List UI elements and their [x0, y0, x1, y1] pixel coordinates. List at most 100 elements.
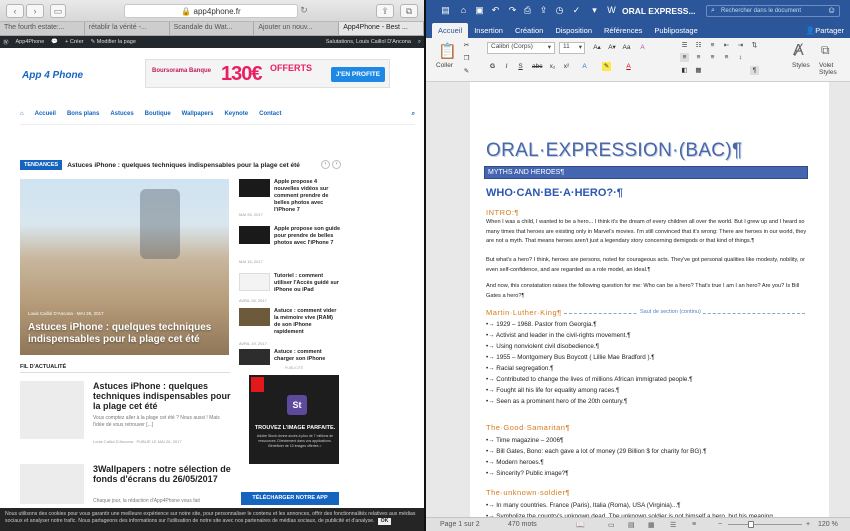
section-heading-soldier[interactable]: The·unknown·soldier¶ — [486, 488, 570, 497]
next-arrow-icon[interactable]: › — [332, 160, 341, 169]
feedback-icon[interactable]: ☺ — [827, 5, 836, 15]
reload-icon[interactable]: ↻ — [298, 4, 310, 18]
clock-icon[interactable]: ◷ — [554, 5, 565, 16]
highlight-icon[interactable]: ✎ — [602, 62, 611, 71]
intro-heading[interactable]: INTRO:¶ — [486, 208, 519, 217]
page-count[interactable]: Page 1 sur 2 — [440, 521, 480, 528]
tab-3[interactable]: Scandale du Wat... — [170, 22, 255, 35]
change-case-icon[interactable]: Aa — [622, 43, 631, 52]
article-title[interactable]: Astuces iPhone : quelques techniques ind… — [93, 381, 231, 411]
line-spacing-icon[interactable]: ↕ — [736, 53, 745, 62]
section-heading-samaritan[interactable]: The·Good·Samaritan¶ — [486, 423, 570, 432]
share-button[interactable]: 👤Partager — [800, 23, 850, 38]
outdent-icon[interactable]: ⇤ — [722, 41, 731, 50]
align-left-icon[interactable]: ≡ — [680, 53, 689, 62]
download-app-button[interactable]: TÉLÉCHARGER NOTRE APP — [241, 492, 339, 505]
font-family-select[interactable]: Calibri (Corps) ▾ — [487, 42, 555, 54]
nav-bons-plans[interactable]: Bons plans — [67, 111, 99, 117]
share-icon[interactable]: ⇪ — [538, 5, 549, 16]
tab-accueil[interactable]: Accueil — [432, 23, 469, 38]
clear-format-icon[interactable]: A — [638, 43, 647, 52]
save-icon[interactable]: ▣ — [474, 5, 485, 16]
multilevel-icon[interactable]: ≡ — [708, 41, 717, 50]
list-item[interactable]: •→ Racial segregation.¶ — [486, 365, 812, 372]
list-item[interactable]: •→ Fought all his life for equality amon… — [486, 387, 812, 394]
zoom-track[interactable] — [728, 524, 802, 525]
styles-pane-label[interactable]: Volet Styles — [819, 62, 845, 76]
wp-greeting[interactable]: Salutations, Louis Caillol D'Ancona — [326, 39, 411, 45]
view-web-icon[interactable]: ▦ — [648, 521, 655, 529]
adobe-ad[interactable]: St TROUVEZ L'IMAGE PARFAITE. Adobe Stock… — [249, 375, 339, 464]
hero-article[interactable]: Louis Caillol D'Ancona · MAI 26, 2017 As… — [20, 179, 229, 355]
numbering-icon[interactable]: ☷ — [694, 41, 703, 50]
article-title[interactable]: 3Wallpapers : notre sélection de fonds d… — [93, 464, 231, 484]
list-item[interactable]: •→ Seen as a prominent hero of the 20th … — [486, 398, 812, 405]
tab-1[interactable]: The fourth estate:... — [0, 22, 85, 35]
undo-icon[interactable]: ↶ — [490, 5, 501, 16]
nav-accueil[interactable]: Accueil — [35, 111, 56, 117]
side-item[interactable]: Tutoriel : comment utiliser l'Accès guid… — [239, 273, 339, 307]
list-item[interactable]: •→ Time magazine – 2006¶ — [486, 437, 812, 444]
strike-icon[interactable]: abc — [532, 62, 542, 71]
ad-cta-button[interactable]: J'EN PROFITE — [331, 67, 385, 82]
styles-icon[interactable]: Ⱥ — [793, 42, 804, 60]
view-focus-icon[interactable]: ▭ — [608, 521, 615, 529]
side-title[interactable]: Apple propose son guide pour prendre de … — [274, 226, 340, 247]
list-item[interactable]: •→ In many countries. France (Paris), It… — [486, 502, 812, 509]
align-right-icon[interactable]: ≡ — [708, 53, 717, 62]
sidebar-icon[interactable]: ▤ — [440, 5, 451, 16]
banner-ad[interactable]: Boursorama Banque 130€ OFFERTS J'EN PROF… — [145, 59, 390, 88]
paste-label[interactable]: Coller — [436, 62, 453, 69]
print-icon[interactable]: ⎙ — [522, 5, 533, 16]
cookie-ok-button[interactable]: OK — [377, 518, 392, 525]
address-bar[interactable]: 🔒 app4phone.fr — [124, 4, 298, 18]
zoom-in-icon[interactable]: + — [806, 521, 810, 528]
styles-pane-icon[interactable]: ⧉ — [821, 43, 830, 58]
align-center-icon[interactable]: ≡ — [694, 53, 703, 62]
view-outline-icon[interactable]: ☰ — [670, 521, 676, 529]
prev-arrow-icon[interactable]: ‹ — [321, 160, 330, 169]
pilcrow-icon[interactable]: ¶ — [750, 66, 759, 75]
side-title[interactable]: Astuce : comment vider la mémoire vive (… — [274, 308, 340, 336]
view-draft-icon[interactable]: ≡ — [692, 521, 696, 528]
list-item[interactable]: •→ Activist and leader in the civil-righ… — [486, 332, 812, 339]
list-item[interactable]: •→ Modern heroes.¶ — [486, 459, 812, 466]
tab-5[interactable]: App4Phone - Best ... — [339, 22, 424, 35]
tab-4[interactable]: Ajouter un nouv... — [254, 22, 340, 35]
font-color-icon[interactable]: A — [624, 62, 633, 71]
share-icon[interactable]: ⇪ — [376, 4, 394, 18]
nav-boutique[interactable]: Boutique — [145, 111, 171, 117]
grow-font-icon[interactable]: A▴ — [591, 43, 603, 52]
tab-disposition[interactable]: Disposition — [549, 23, 598, 38]
bullets-icon[interactable]: ☰ — [680, 41, 689, 50]
proofing-icon[interactable]: 📖 — [576, 521, 585, 529]
doc-subtitle[interactable]: MYTHS AND HEROES¶ — [484, 166, 808, 179]
intro-paragraph-3[interactable]: And now, this constatation raises the fo… — [486, 282, 812, 301]
home-icon[interactable]: ⌂ — [458, 5, 469, 16]
side-item[interactable]: Apple propose son guide pour prendre de … — [239, 226, 340, 272]
shrink-font-icon[interactable]: A▾ — [606, 43, 618, 52]
list-item[interactable]: •→ 1929 – 1968. Pastor from Georgia.¶ — [486, 321, 812, 328]
tab-insertion[interactable]: Insertion — [468, 23, 509, 38]
search-icon[interactable]: ⌕ — [418, 39, 421, 46]
borders-icon[interactable]: ▦ — [694, 66, 703, 75]
document-page[interactable]: ORAL·EXPRESSION·(BAC)¶ MYTHS AND HEROES¶… — [470, 82, 829, 531]
trending-title[interactable]: Astuces iPhone : quelques techniques ind… — [67, 162, 300, 169]
side-title[interactable]: Astuce : comment charger son iPhone — [274, 349, 339, 363]
view-print-icon[interactable]: ▤ — [628, 521, 635, 529]
comment-icon[interactable]: 💬 — [51, 39, 58, 45]
copy-icon[interactable]: ❐ — [462, 54, 471, 63]
indent-icon[interactable]: ⇥ — [736, 41, 745, 50]
side-title[interactable]: Tutoriel : comment utiliser l'Accès guid… — [274, 273, 340, 294]
subscript-icon[interactable]: x₂ — [548, 62, 557, 71]
intro-paragraph-1[interactable]: When I was a child, I wanted to be a her… — [486, 218, 812, 247]
superscript-icon[interactable]: x² — [562, 62, 571, 71]
sidebar-button[interactable]: ▭ — [50, 4, 66, 18]
side-title[interactable]: Apple propose 4 nouvelles vidéos sur com… — [274, 179, 340, 214]
side-item[interactable]: Astuce : comment vider la mémoire vive (… — [239, 308, 339, 348]
tab-2[interactable]: rétablir la vérité -... — [85, 22, 170, 35]
wp-edit-link[interactable]: ✎ Modifier la page — [91, 39, 136, 45]
sort-icon[interactable]: ⇅ — [750, 41, 759, 50]
doc-heading[interactable]: WHO·CAN·BE·A·HERO?·¶ — [486, 187, 623, 199]
format-painter-icon[interactable]: ✎ — [462, 67, 471, 76]
